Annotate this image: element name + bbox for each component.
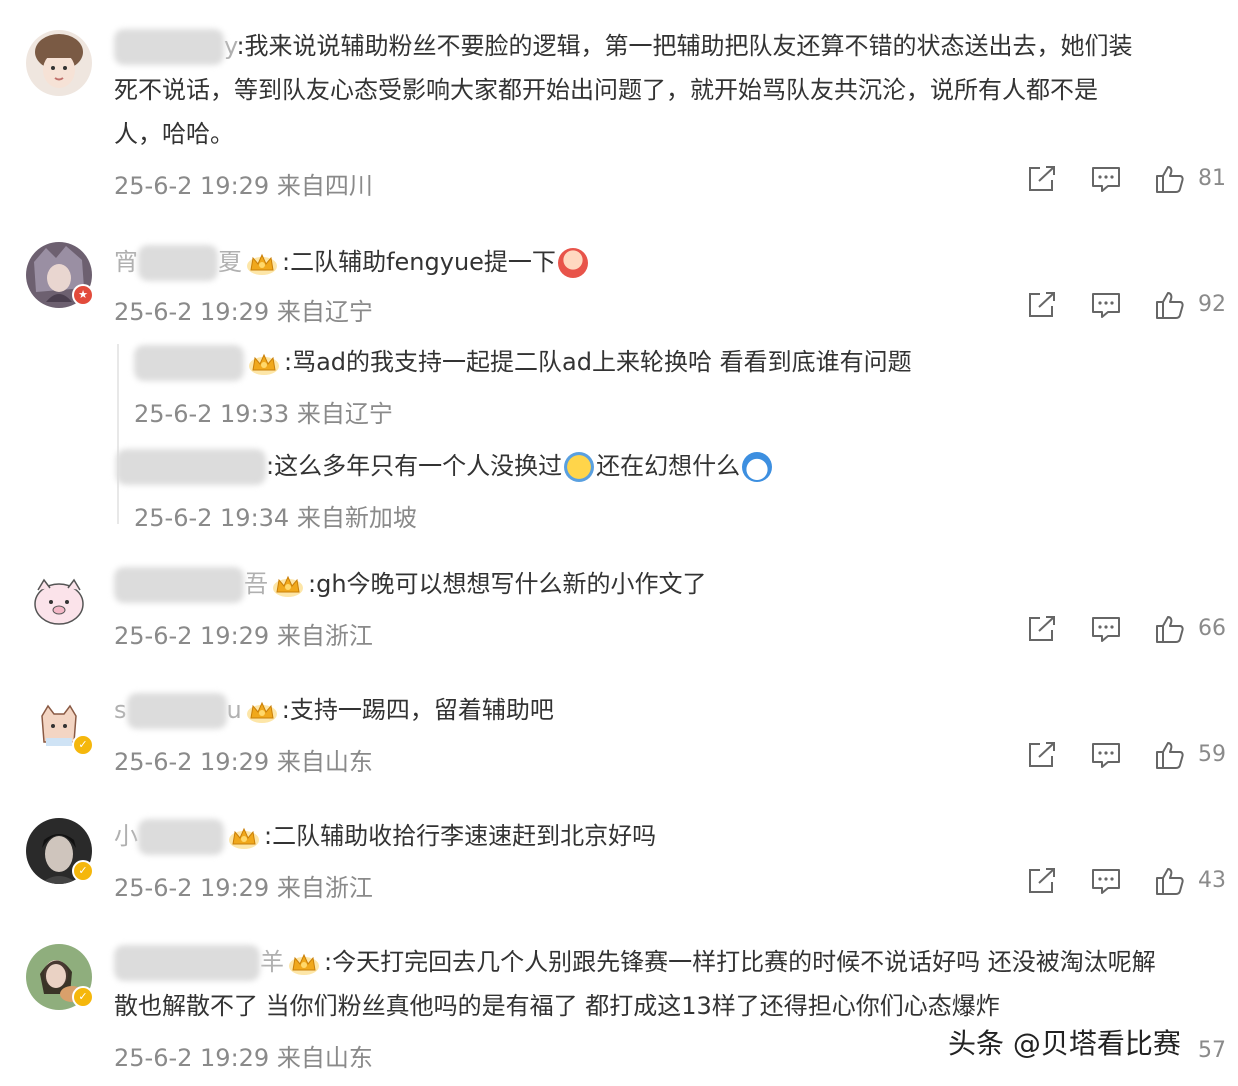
avatar-image <box>26 30 92 96</box>
username-fragment: s <box>114 696 127 724</box>
username-fragment: 宵 <box>114 248 138 276</box>
user-avatar[interactable]: ✓ <box>26 692 94 758</box>
comment-text: y:我来说说辅助粉丝不要脸的逻辑，第一把辅助把队友还算不错的状态送出去，她们装 <box>114 24 1133 68</box>
blurred-username[interactable] <box>134 345 244 381</box>
comment-timestamp-location: 25-6-2 19:29 来自辽宁 <box>114 298 373 326</box>
username-fragment: 小 <box>114 822 138 850</box>
verified-badge-icon: ★ <box>72 284 94 306</box>
like-count: 81 <box>1198 166 1226 191</box>
comment-text-line: 散也解散不了 当你们粉丝真他吗的是有福了 都打成这13样了还得担心你们心态爆炸 <box>114 992 1000 1020</box>
comment-actions: 92 <box>1026 290 1226 324</box>
crying-emoji-icon <box>564 452 595 482</box>
comment-icon[interactable] <box>1090 290 1122 320</box>
like-icon[interactable] <box>1154 290 1186 320</box>
username-fragment: 吾 <box>244 570 268 598</box>
reply-text: :这么多年只有一个人没换过 还在幻想什么 <box>116 444 774 488</box>
share-icon[interactable] <box>1026 866 1058 896</box>
user-avatar[interactable]: ✓ <box>26 818 94 884</box>
crown-badge-icon <box>228 824 260 850</box>
comment-icon[interactable] <box>1090 866 1122 896</box>
comment-icon[interactable] <box>1090 614 1122 644</box>
comment-text: 羊 :今天打完回去几个人别跟先锋赛一样打比赛的时候不说话好吗 还没被淘汰呢解 <box>114 940 1156 984</box>
reply-text-line: 还在幻想什么 <box>596 452 741 480</box>
like-count: 43 <box>1198 868 1226 893</box>
comment-timestamp-location: 25-6-2 19:29 来自浙江 <box>114 622 373 650</box>
user-avatar[interactable]: ✓ <box>26 944 94 1010</box>
avatar-image <box>26 566 92 632</box>
blurred-username[interactable] <box>114 945 260 981</box>
comment-timestamp-location: 25-6-2 19:29 来自山东 <box>114 1044 373 1072</box>
comment-icon[interactable] <box>1090 164 1122 194</box>
like-icon[interactable] <box>1154 740 1186 770</box>
comment-icon[interactable] <box>1090 740 1122 770</box>
comment-text-line: :gh今晚可以想想写什么新的小作文了 <box>308 570 707 598</box>
crown-badge-icon <box>246 698 278 724</box>
username-fragment: y <box>224 32 237 60</box>
share-icon[interactable] <box>1026 740 1058 770</box>
share-icon[interactable] <box>1026 164 1058 194</box>
crown-badge-icon <box>272 572 304 598</box>
reply-thread-bar <box>117 344 119 524</box>
comment-text: 吾 :gh今晚可以想想写什么新的小作文了 <box>114 562 707 606</box>
reply-text-line: :骂ad的我支持一起提二队ad上来轮换哈 看看到底谁有问题 <box>284 348 912 376</box>
like-count: 92 <box>1198 292 1226 317</box>
like-count: 59 <box>1198 742 1226 767</box>
doraemon-emoji-icon <box>742 452 773 482</box>
comment-text-line: :二队辅助fengyue提一下 <box>282 248 556 276</box>
share-icon[interactable] <box>1026 290 1058 320</box>
verified-badge-icon: ✓ <box>72 734 94 756</box>
like-icon[interactable] <box>1154 164 1186 194</box>
comment-timestamp-location: 25-6-2 19:29 来自山东 <box>114 748 373 776</box>
like-count: 66 <box>1198 616 1226 641</box>
user-avatar[interactable] <box>26 566 92 632</box>
verified-badge-icon: ✓ <box>72 986 94 1008</box>
comment-timestamp-location: 25-6-2 19:29 来自浙江 <box>114 874 373 902</box>
emoji-icon <box>557 248 588 278</box>
comment-text: s u :支持一踢四，留着辅助吧 <box>114 688 554 732</box>
comment-timestamp-location: 25-6-2 19:29 来自四川 <box>114 172 373 200</box>
blurred-username[interactable] <box>114 29 224 65</box>
blurred-username[interactable] <box>126 693 227 729</box>
like-icon[interactable] <box>1154 614 1186 644</box>
comment-text: 小 :二队辅助收拾行李速速赶到北京好吗 <box>114 814 656 858</box>
username-fragment: u <box>226 696 242 724</box>
user-avatar[interactable]: ★ <box>26 242 94 308</box>
comment-text-line: :支持一踢四，留着辅助吧 <box>281 696 554 724</box>
like-count: 57 <box>1198 1038 1226 1063</box>
comment-text-line: 死不说话，等到队友心态受影响大家都开始出问题了，就开始骂队友共沉沦，说所有人都不… <box>114 76 1098 104</box>
user-avatar[interactable] <box>26 30 92 96</box>
crown-badge-icon <box>248 350 280 376</box>
username-fragment: 夏 <box>218 248 242 276</box>
blurred-username[interactable] <box>116 449 266 485</box>
blurred-username[interactable] <box>138 819 224 855</box>
crown-badge-icon <box>288 950 320 976</box>
reply-timestamp-location: 25-6-2 19:34 来自新加坡 <box>134 504 417 532</box>
reply-text: :骂ad的我支持一起提二队ad上来轮换哈 看看到底谁有问题 <box>134 340 912 384</box>
comment-actions: 81 <box>1026 164 1226 198</box>
comment-text-line: :二队辅助收拾行李速速赶到北京好吗 <box>264 822 657 850</box>
watermark-label: 头条 @贝塔看比赛 <box>948 1027 1181 1060</box>
username-fragment: 羊 <box>260 948 284 976</box>
share-icon[interactable] <box>1026 614 1058 644</box>
reply-text-line: :这么多年只有一个人没换过 <box>266 452 563 480</box>
comment-text: 宵 夏 :二队辅助fengyue提一下 <box>114 240 590 284</box>
reply-timestamp-location: 25-6-2 19:33 来自辽宁 <box>134 400 393 428</box>
comment-actions: 43 <box>1026 866 1226 900</box>
comment-text-line: 人，哈哈。 <box>114 120 234 148</box>
comment-text-line: :今天打完回去几个人别跟先锋赛一样打比赛的时候不说话好吗 还没被淘汰呢解 <box>324 948 1156 976</box>
comment-actions: 66 <box>1026 614 1226 648</box>
comment-text-line: :我来说说辅助粉丝不要脸的逻辑，第一把辅助把队友还算不错的状态送出去，她们装 <box>236 32 1133 60</box>
crown-badge-icon <box>246 250 278 276</box>
blurred-username[interactable] <box>114 567 244 603</box>
verified-badge-icon: ✓ <box>72 860 94 882</box>
like-icon[interactable] <box>1154 866 1186 896</box>
comment-actions: 59 <box>1026 740 1226 774</box>
blurred-username[interactable] <box>138 245 218 281</box>
